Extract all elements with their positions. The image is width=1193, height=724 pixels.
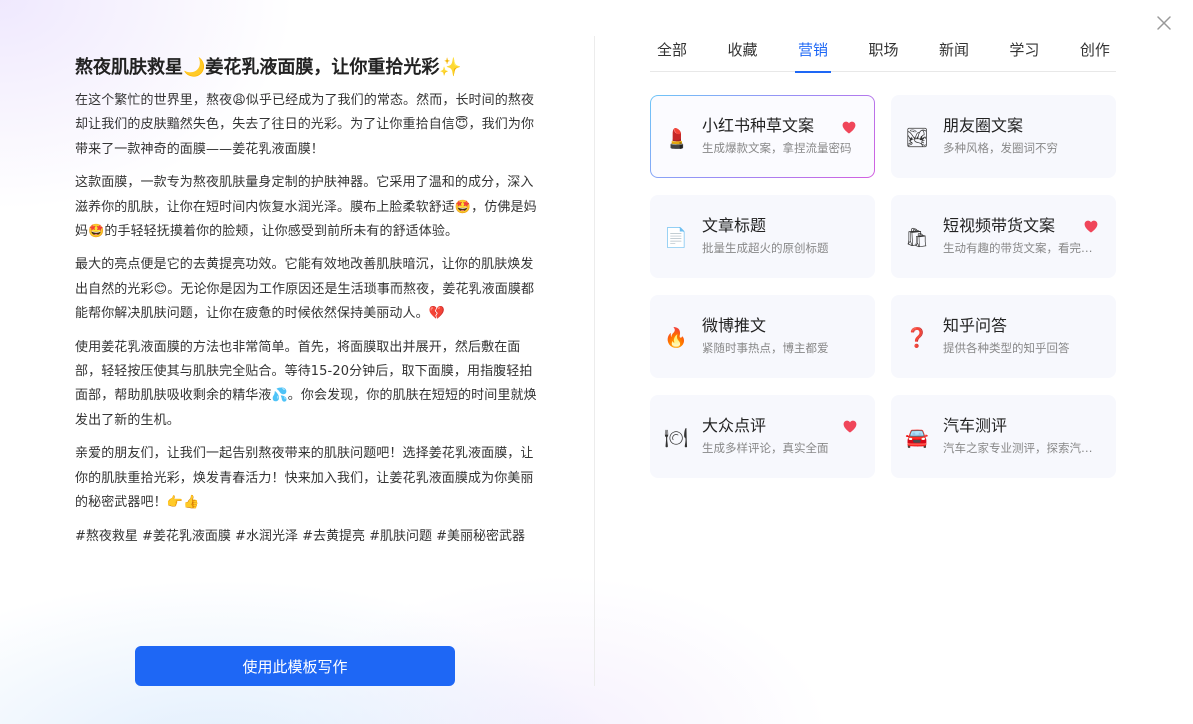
template-description: 提供各种类型的知乎回答 xyxy=(943,341,1070,355)
close-icon[interactable] xyxy=(1153,12,1175,34)
template-description: 紧随时事热点，博主都爱 xyxy=(702,341,829,355)
template-title: 短视频带货文案 xyxy=(943,216,1056,235)
template-card-article-title[interactable]: 📄 文章标题 批量生成超火的原创标题 xyxy=(650,195,875,278)
template-description: 汽车之家专业测评，探索汽车奥秘 xyxy=(943,441,1103,455)
template-description: 批量生成超火的原创标题 xyxy=(702,241,829,255)
tab-marketing[interactable]: 营销 xyxy=(794,36,832,73)
template-card-car-review[interactable]: 🚘 汽车测评 汽车之家专业测评，探索汽车奥秘 xyxy=(891,395,1116,478)
use-template-button[interactable]: 使用此模板写作 xyxy=(135,646,455,686)
template-card-xiaohongshu[interactable]: 💄 小红书种草文案 生成爆款文案，拿捏流量密码 xyxy=(650,95,875,178)
article-paragraph: 使用姜花乳液面膜的方法也非常简单。首先，将面膜取出并展开，然后敷在面部，轻轻按压… xyxy=(75,339,537,428)
favorite-heart-icon[interactable] xyxy=(842,121,856,134)
tab-study[interactable]: 学习 xyxy=(1009,36,1039,72)
template-card-moments[interactable]: 🏞 朋友圈文案 多种风格，发圈词不穷 xyxy=(891,95,1116,178)
article-title: 熬夜肌肤救星🌙姜花乳液面膜，让你重拾光彩✨ xyxy=(75,57,462,78)
shopping-bags-icon: 🛍 xyxy=(904,226,930,249)
favorite-heart-icon[interactable] xyxy=(1084,220,1098,233)
template-description: 生成多样评论，真实全面 xyxy=(702,441,829,455)
lipstick-icon: 💄 xyxy=(665,127,689,150)
car-icon: 🚘 xyxy=(905,426,929,449)
fire-icon: 🔥 xyxy=(664,326,688,349)
template-card-weibo[interactable]: 🔥 微博推文 紧随时事热点，博主都爱 xyxy=(650,295,875,378)
tab-workplace[interactable]: 职场 xyxy=(868,36,898,72)
question-mark-icon: ❓ xyxy=(905,326,929,349)
template-title: 大众点评 xyxy=(702,416,767,435)
template-title: 知乎问答 xyxy=(943,316,1008,335)
template-grid: 💄 小红书种草文案 生成爆款文案，拿捏流量密码 🏞 朋友圈文案 多种风格，发圈词… xyxy=(650,95,1116,478)
template-title: 文章标题 xyxy=(702,216,767,235)
tab-creation[interactable]: 创作 xyxy=(1080,36,1110,72)
plate-cutlery-icon: 🍽 xyxy=(663,426,689,449)
template-description: 多种风格，发圈词不穷 xyxy=(943,141,1058,155)
template-card-zhihu[interactable]: ❓ 知乎问答 提供各种类型的知乎回答 xyxy=(891,295,1116,378)
panel-divider xyxy=(594,36,595,686)
document-icon: 📄 xyxy=(664,226,688,249)
article-paragraph: 亲爱的朋友们，让我们一起告别熬夜带来的肌肤问题吧！选择姜花乳液面膜，让你的肌肤重… xyxy=(75,446,534,511)
tab-all[interactable]: 全部 xyxy=(657,36,687,72)
article-tags: #熬夜救星 #姜花乳液面膜 #水润光泽 #去黄提亮 #肌肤问题 #美丽秘密武器 xyxy=(75,528,526,544)
template-description: 生动有趣的带货文案，看完就想买 xyxy=(943,241,1103,255)
template-title: 朋友圈文案 xyxy=(943,116,1024,135)
landscape-picture-icon: 🏞 xyxy=(904,126,930,149)
favorite-heart-icon[interactable] xyxy=(843,420,857,433)
tab-favorites[interactable]: 收藏 xyxy=(727,36,757,72)
article-paragraph: 这款面膜，一款专为熬夜肌肤量身定制的护肤神器。它采用了温和的成分，深入滋养你的肌… xyxy=(75,175,537,240)
template-title: 小红书种草文案 xyxy=(702,116,815,135)
tab-news[interactable]: 新闻 xyxy=(939,36,969,72)
article-paragraph: 最大的亮点便是它的去黄提亮功效。它能有效地改善肌肤暗沉，让你的肌肤焕发出自然的光… xyxy=(75,257,535,322)
article-paragraph: 在这个繁忙的世界里，熬夜😩似乎已经成为了我们的常态。然而，长时间的熬夜却让我们的… xyxy=(75,93,535,157)
template-card-short-video[interactable]: 🛍 短视频带货文案 生动有趣的带货文案，看完就想买 xyxy=(891,195,1116,278)
category-tabs: 全部 收藏 营销 职场 新闻 学习 创作 xyxy=(650,36,1116,73)
template-title: 汽车测评 xyxy=(943,416,1008,435)
article-preview: 熬夜肌肤救星🌙姜花乳液面膜，让你重拾光彩✨ 在这个繁忙的世界里，熬夜😩似乎已经成… xyxy=(75,55,543,549)
template-description: 生成爆款文案，拿捏流量密码 xyxy=(702,141,852,155)
template-card-dianping[interactable]: 🍽 大众点评 生成多样评论，真实全面 xyxy=(650,395,875,478)
template-title: 微博推文 xyxy=(702,316,767,335)
